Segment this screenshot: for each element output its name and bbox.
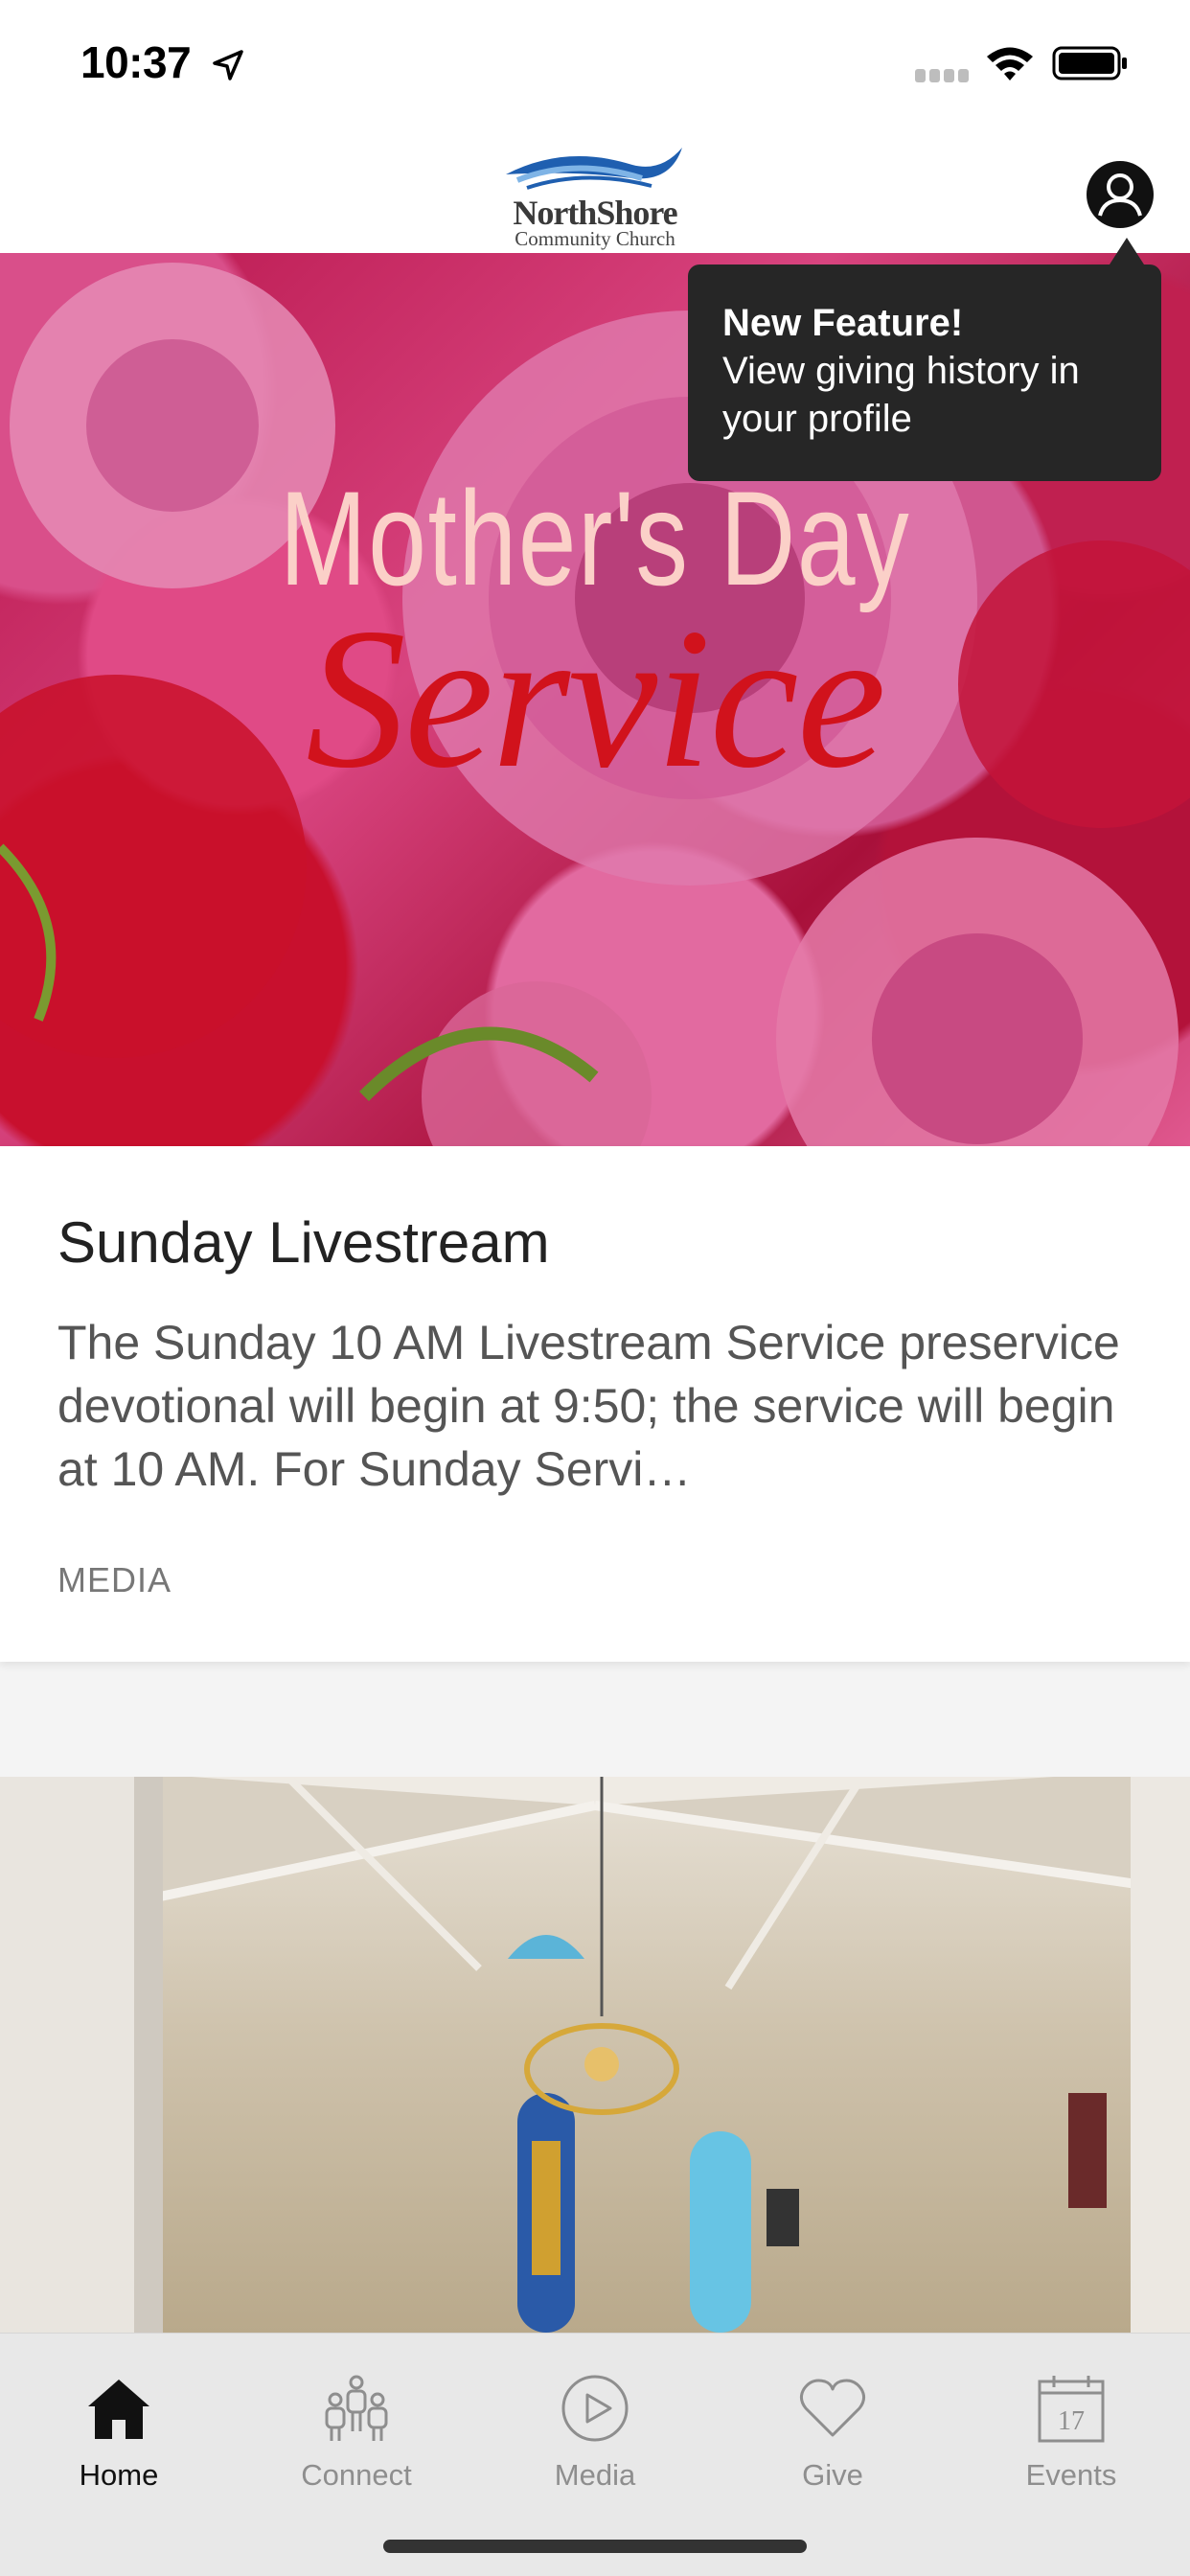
church-interior-illustration <box>0 1777 1190 2333</box>
tab-label-events: Events <box>1025 2458 1117 2492</box>
tab-label-media: Media <box>554 2458 636 2492</box>
user-icon <box>1098 173 1142 217</box>
tooltip-arrow <box>1110 238 1144 264</box>
navigation-bar: NorthShore Community Church <box>0 125 1190 253</box>
profile-button[interactable] <box>1087 161 1154 228</box>
wifi-icon <box>987 47 1033 80</box>
calendar-day-number: 17 <box>1058 2406 1085 2436</box>
heart-icon <box>799 2379 866 2437</box>
tab-give[interactable]: Give <box>714 2357 951 2510</box>
card-title: Sunday Livestream <box>57 1210 550 1275</box>
second-card-image[interactable] <box>0 1777 1190 2333</box>
card-description: The Sunday 10 AM Livestream Service pres… <box>57 1316 1120 1496</box>
cellular-signal-icon <box>915 69 969 82</box>
tab-label-give: Give <box>802 2458 863 2492</box>
new-feature-tooltip[interactable]: New Feature! View giving history in your… <box>688 264 1161 481</box>
tab-media[interactable]: Media <box>476 2357 714 2510</box>
people-icon <box>325 2375 388 2441</box>
church-logo[interactable]: NorthShore Community Church <box>498 136 692 249</box>
home-icon <box>88 2380 149 2439</box>
hero-image-title: Mother's Day <box>279 463 911 613</box>
content-card[interactable]: Sunday Livestream The Sunday 10 AM Lives… <box>0 1146 1190 1662</box>
card-category: MEDIA <box>57 1560 172 1599</box>
tab-label-connect: Connect <box>301 2458 412 2492</box>
status-bar: 10:37 <box>0 0 1190 125</box>
hero-image-script-title: Service <box>306 587 886 810</box>
logo-subtitle: Community Church <box>515 227 675 250</box>
logo-name: NorthShore <box>513 194 677 232</box>
tooltip-title: New Feature! <box>722 302 964 344</box>
home-indicator[interactable] <box>383 2540 807 2553</box>
calendar-icon: 17 <box>1038 2376 1105 2443</box>
tab-events[interactable]: 17 Events <box>952 2357 1190 2510</box>
tab-label-home: Home <box>79 2458 159 2492</box>
battery-icon <box>1052 46 1127 80</box>
play-icon <box>561 2375 629 2442</box>
tab-home[interactable]: Home <box>0 2357 238 2510</box>
tab-connect[interactable]: Connect <box>238 2357 475 2510</box>
tooltip-text: View giving history in your profile <box>722 350 1080 440</box>
status-time: 10:37 <box>80 37 192 87</box>
location-arrow-icon <box>213 50 243 80</box>
